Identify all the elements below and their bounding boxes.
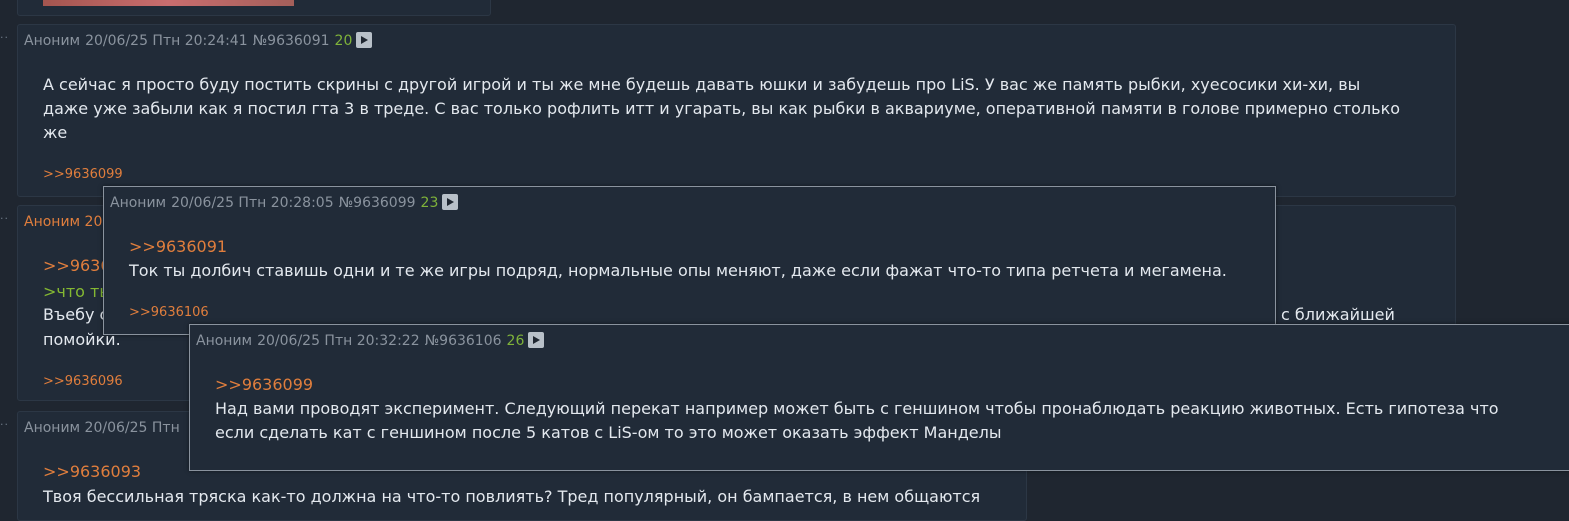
post-text-line: Над вами проводят эксперимент. Следующий… xyxy=(215,399,1499,418)
post-author: Аноним xyxy=(110,195,167,211)
post-number[interactable]: №9636099 xyxy=(339,195,416,211)
post-header-text: Аноним 20/06/25 Птн xyxy=(24,420,180,436)
post-count: 23 xyxy=(420,195,439,211)
post-date: 20/06/25 Птн 20:24:41 xyxy=(85,33,248,49)
post-author: Аноним xyxy=(196,333,253,349)
quote-link[interactable]: >>9636 xyxy=(43,254,111,278)
reply-link[interactable]: >>9636099 xyxy=(43,167,123,182)
post-preview-9636099: Аноним 20/06/25 Птн 20:28:05 №9636099 23 >>… xyxy=(103,186,1276,335)
post-author: Аноним 20 xyxy=(24,214,103,230)
post-drag-handle[interactable]: ·· xyxy=(0,213,9,224)
post-header: Аноним 20/06/25 Птн xyxy=(24,418,180,438)
post-text-line: Въебу с xyxy=(43,305,109,324)
play-icon[interactable] xyxy=(356,32,373,48)
quote-link[interactable]: >>9636093 xyxy=(43,460,141,484)
post-number[interactable]: №9636106 xyxy=(425,333,502,349)
post-date: 20/06/25 Птн 20:32:22 xyxy=(257,333,420,349)
post-count: 20 xyxy=(334,33,353,49)
post-drag-handle[interactable]: ·· xyxy=(0,32,9,43)
post-text-line: если сделать кат с геншином после 5 като… xyxy=(215,423,1002,442)
post-header: Аноним 20/06/25 Птн 20:32:22 №9636106 26 xyxy=(196,331,545,351)
post-text-line: даже уже забыли как я постил гта 3 в тре… xyxy=(43,99,1401,118)
post-header: Аноним 20/06/25 Птн 20:28:05 №9636099 23 xyxy=(110,193,459,213)
post-date: 20/06/25 Птн 20:28:05 xyxy=(171,195,334,211)
post-previous xyxy=(17,0,491,16)
post-drag-handle[interactable]: ·· xyxy=(0,419,9,430)
post-preview-9636106: Аноним 20/06/25 Птн 20:32:22 №9636106 26 >>… xyxy=(189,324,1569,471)
post-header: Аноним 20/06/25 Птн 20:24:41 №9636091 20 xyxy=(24,31,373,51)
post-count: 26 xyxy=(506,333,525,349)
post-header: Аноним 20 xyxy=(24,212,102,232)
post-author: Аноним xyxy=(24,33,81,49)
post-text-line: Ток ты долбич ставишь одни и те же игры … xyxy=(129,261,1227,280)
post-body: А сейчас я просто буду постить скрины с … xyxy=(43,73,1443,145)
reply-link[interactable]: >>9636106 xyxy=(129,305,209,320)
quote-link[interactable]: >>9636091 xyxy=(129,235,227,259)
post-9636091: Аноним 20/06/25 Птн 20:24:41 №9636091 20 А … xyxy=(17,24,1456,197)
post-text-line: А сейчас я просто буду постить скрины с … xyxy=(43,75,1361,94)
post-text-line: Твоя бессильная тряска как-то должна на … xyxy=(43,487,981,506)
greentext: >что ты xyxy=(43,282,113,301)
reply-link[interactable]: >>9636096 xyxy=(43,374,123,389)
post-image-thumbnail[interactable] xyxy=(43,0,294,6)
post-text-line: же xyxy=(43,123,68,142)
quote-link[interactable]: >>9636099 xyxy=(215,373,313,397)
play-icon[interactable] xyxy=(528,332,545,348)
post-number[interactable]: №9636091 xyxy=(253,33,330,49)
play-icon[interactable] xyxy=(442,194,459,210)
